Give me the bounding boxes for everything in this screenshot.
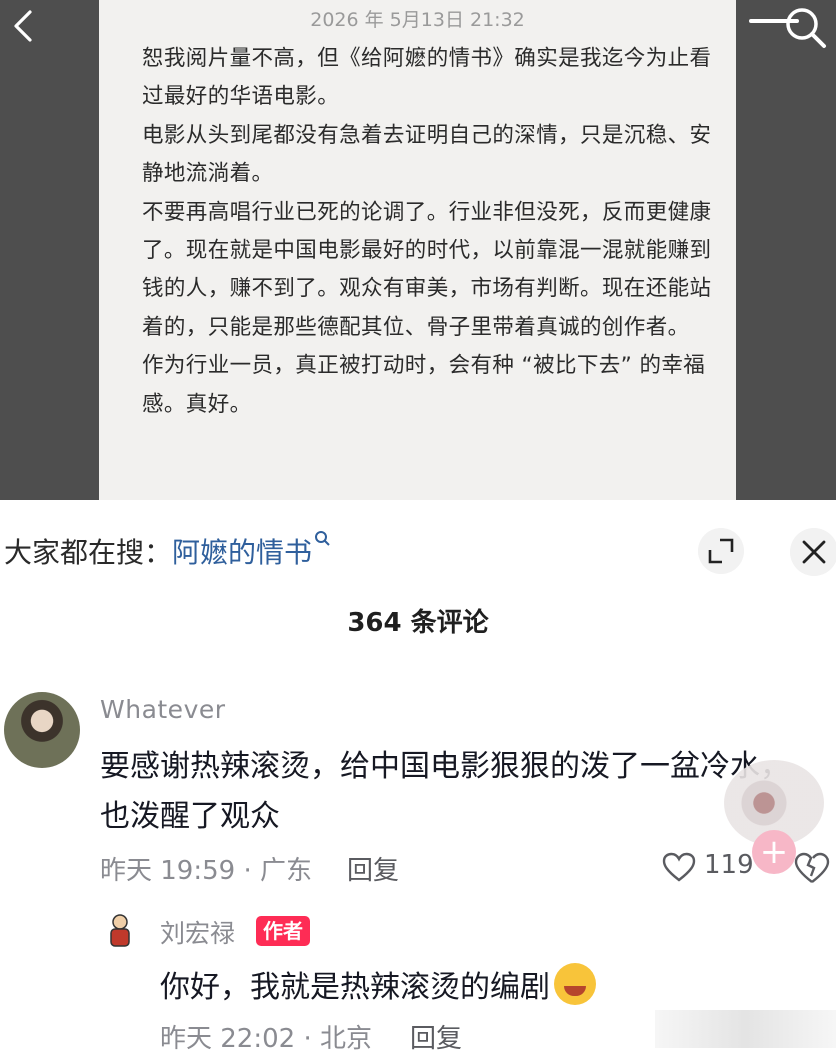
dislike-icon[interactable]: [794, 852, 830, 884]
note-screenshot: 2026 年 5月13日 21:32 恕我阅片量不高，但《给阿嬷的情书》确实是我…: [99, 0, 799, 500]
wink-emoji-icon: [554, 963, 596, 1005]
heart-icon[interactable]: [662, 852, 696, 882]
reply-meta: 昨天 22:02 · 北京: [160, 1024, 372, 1054]
suggestion-keyword[interactable]: 阿嬷的情书: [172, 536, 312, 569]
note-timestamp: 2026 年 5月13日 21:32: [310, 9, 525, 31]
reply-username[interactable]: 刘宏禄: [160, 914, 235, 950]
comments-count: 364 条评论: [347, 608, 489, 638]
note-paragraph: 电影从头到尾都没有急着去证明自己的深情，只是沉稳、安静地流淌着。: [142, 122, 712, 187]
expand-icon[interactable]: [698, 528, 744, 574]
search-icon[interactable]: [780, 4, 830, 50]
author-badge: 作者: [256, 916, 310, 946]
comment-meta: 昨天 19:59 · 广东: [100, 856, 312, 886]
plus-icon[interactable]: +: [752, 830, 796, 874]
avatar[interactable]: [4, 692, 80, 768]
comment-text: 要感谢热辣滚烫，给中国电影狠狠的泼了一盆冷水，也泼醒了观众: [100, 749, 790, 834]
like-count: 119: [704, 850, 754, 880]
back-arrow-icon[interactable]: [6, 6, 40, 46]
note-paragraph: 作为行业一员，真正被打动时，会有种 “被比下去” 的幸福感。真好。: [142, 353, 706, 417]
search-suggestion[interactable]: 大家都在搜：阿嬷的情书: [4, 530, 332, 571]
close-icon[interactable]: [790, 528, 836, 576]
post-image-area: 2026 年 5月13日 21:32 恕我阅片量不高，但《给阿嬷的情书》确实是我…: [0, 0, 836, 500]
reply-button[interactable]: 回复: [410, 1018, 462, 1055]
comment-username[interactable]: Whatever: [100, 695, 226, 724]
note-body: 恕我阅片量不高，但《给阿嬷的情书》确实是我迄今为止看过最好的华语电影。 电影从头…: [142, 40, 722, 424]
reply-text-content: 你好，我就是热辣滚烫的编剧: [160, 970, 550, 1005]
note-paragraph: 不要再高唱行业已死的论调了。行业非但没死，反而更健康了。现在就是中国电影最好的时…: [142, 199, 712, 340]
reply-text: 你好，我就是热辣滚烫的编剧: [160, 962, 596, 1006]
author-avatar[interactable]: [103, 912, 137, 950]
blurred-overlay: [655, 1010, 836, 1048]
suggestion-prefix: 大家都在搜：: [4, 536, 173, 569]
reply-button[interactable]: 回复: [347, 850, 399, 887]
note-paragraph: 恕我阅片量不高，但《给阿嬷的情书》确实是我迄今为止看过最好的华语电影。: [142, 46, 712, 110]
search-small-icon: [315, 531, 330, 546]
